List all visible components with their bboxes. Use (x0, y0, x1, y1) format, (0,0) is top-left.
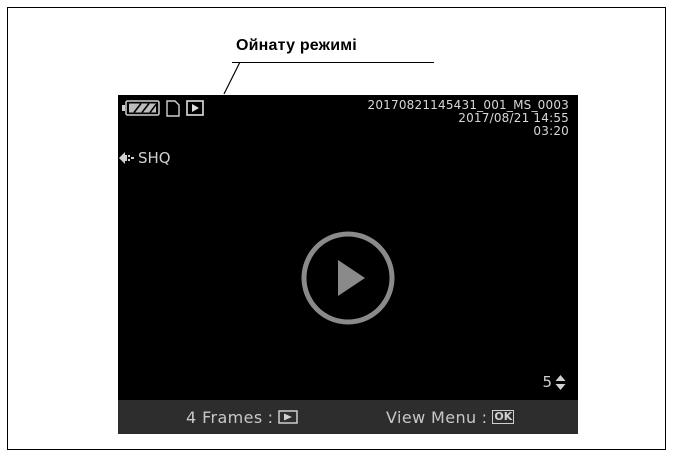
battery-icon (122, 100, 160, 116)
view-menu-hint[interactable]: View Menu : OK (386, 407, 515, 427)
view-menu-separator: : (481, 407, 488, 427)
frame-counter-value: 5 (542, 373, 552, 391)
callout-label: Ойнату режимі (236, 37, 357, 54)
callout-underline (232, 62, 434, 63)
frames-label: 4 Frames (186, 407, 263, 427)
frames-separator: : (267, 407, 274, 427)
file-duration: 03:20 (533, 124, 569, 138)
camera-screen: 20170821145431_001_MS_0003 2017/08/21 14… (118, 95, 578, 434)
memory-card-icon (166, 99, 180, 117)
up-down-icon (555, 374, 566, 390)
frame-counter: 5 (542, 373, 566, 391)
ok-key-icon: OK (492, 410, 515, 424)
quality-indicator: SHQ (118, 149, 171, 167)
play-button-icon[interactable] (300, 230, 396, 326)
bottom-help-bar: 4 Frames : View Menu : OK (118, 400, 578, 434)
status-icons (122, 99, 204, 117)
frames-hint[interactable]: 4 Frames : (186, 407, 299, 427)
quality-label: SHQ (138, 149, 171, 167)
play-key-icon (278, 410, 299, 424)
view-menu-label: View Menu (386, 407, 477, 427)
quality-arrow-icon (119, 152, 134, 164)
file-info: 20170821145431_001_MS_0003 2017/08/21 14… (367, 99, 569, 138)
playback-mode-icon (186, 100, 204, 116)
